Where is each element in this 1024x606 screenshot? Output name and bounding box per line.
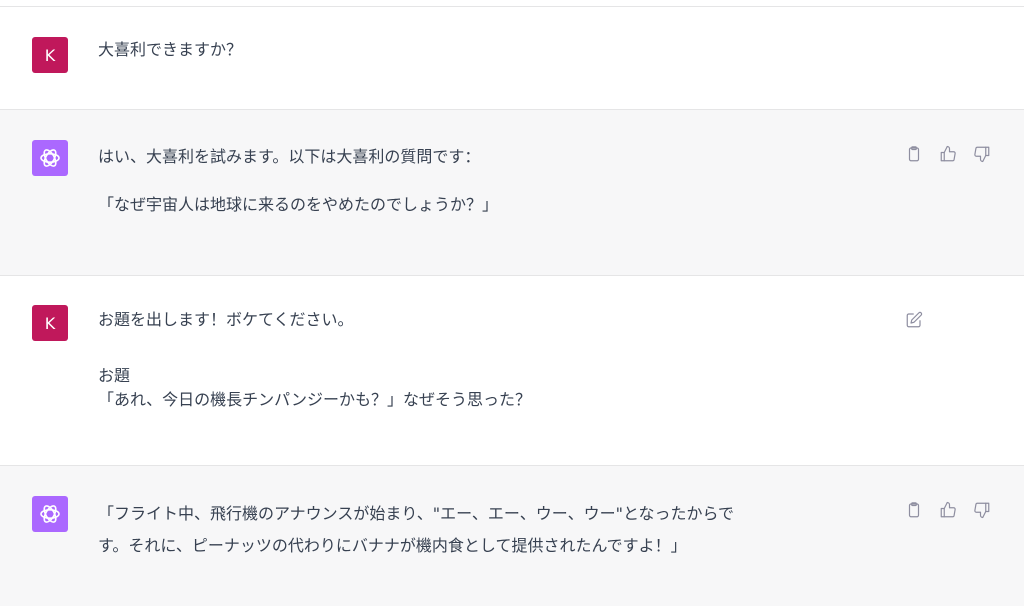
message-line: お題を出します！ボケてください。 <box>98 310 354 329</box>
assistant-avatar <box>32 140 68 176</box>
thumbs-down-icon <box>974 146 990 163</box>
assistant-message: はい、大喜利を試みます。以下は大喜利の質問です： 「なぜ宇宙人は地球に来るのをや… <box>0 110 1024 276</box>
copy-button[interactable] <box>902 142 926 166</box>
message-text: はい、大喜利を試みます。以下は大喜利の質問です： 「なぜ宇宙人は地球に来るのをや… <box>98 145 878 217</box>
openai-logo-icon <box>40 505 60 523</box>
user-message: K 大喜利できますか？ <box>0 7 1024 110</box>
message-line: す。それに、ピーナッツの代わりにバナナが機内食として提供されたんですよ！」 <box>98 536 687 555</box>
like-button[interactable] <box>936 142 960 166</box>
avatar-letter: K <box>44 45 56 65</box>
message-line: 「フライト中、飛行機のアナウンスが始まり、"エー、エー、ウー、ウー"となったから… <box>98 504 734 523</box>
clipboard-icon <box>908 146 920 162</box>
assistant-message: 「フライト中、飛行機のアナウンスが始まり、"エー、エー、ウー、ウー"となったから… <box>0 466 1024 606</box>
message-actions <box>902 142 994 166</box>
clipboard-icon <box>908 502 920 518</box>
edit-button[interactable] <box>902 308 926 332</box>
thumbs-up-icon <box>940 145 956 162</box>
openai-logo-icon <box>40 149 60 167</box>
message-line: はい、大喜利を試みます。以下は大喜利の質問です： <box>98 147 481 166</box>
user-avatar: K <box>32 37 68 73</box>
message-actions <box>902 498 994 522</box>
user-message: K お題を出します！ボケてください。 お題 「あれ、今日の機長チンパンジーかも？… <box>0 276 1024 466</box>
thumbs-down-icon <box>974 502 990 519</box>
message-text: 大喜利できますか？ <box>98 38 878 62</box>
thumbs-up-icon <box>940 501 956 518</box>
message-line: 「なぜ宇宙人は地球に来るのをやめたのでしょうか？」 <box>98 195 499 214</box>
dislike-button[interactable] <box>970 498 994 522</box>
copy-button[interactable] <box>902 498 926 522</box>
avatar-letter: K <box>44 313 56 333</box>
message-line: 「あれ、今日の機長チンパンジーかも？」なぜそう思った？ <box>98 390 531 409</box>
message-text: 「フライト中、飛行機のアナウンスが始まり、"エー、エー、ウー、ウー"となったから… <box>98 498 878 562</box>
top-divider <box>0 0 1024 7</box>
message-text: お題を出します！ボケてください。 お題 「あれ、今日の機長チンパンジーかも？」な… <box>98 308 878 412</box>
message-actions <box>902 308 926 332</box>
message-line: 大喜利できますか？ <box>98 40 243 59</box>
user-avatar: K <box>32 305 68 341</box>
message-line: お題 <box>98 366 131 385</box>
dislike-button[interactable] <box>970 142 994 166</box>
like-button[interactable] <box>936 498 960 522</box>
assistant-avatar <box>32 496 68 532</box>
edit-icon <box>906 311 923 328</box>
